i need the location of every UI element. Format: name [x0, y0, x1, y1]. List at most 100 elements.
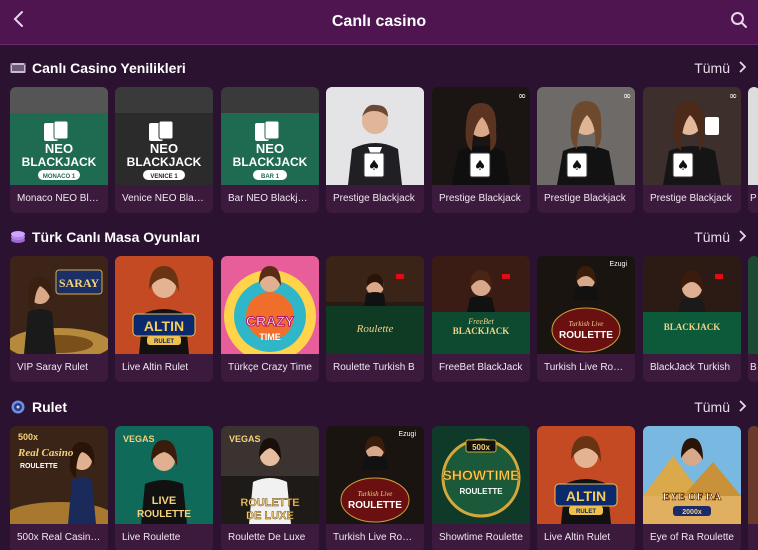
turkish-live-text: Turkish Live	[358, 490, 393, 498]
game-card[interactable]	[748, 426, 758, 550]
game-thumbnail: VEGAS LIVE ROULETTE	[115, 426, 213, 524]
roulette-text: ROULETTE	[240, 497, 299, 509]
svg-text:∞: ∞	[729, 91, 737, 102]
see-all-link[interactable]: Tümü	[694, 399, 747, 415]
game-thumbnail: 500x Real Casino ROULETTE	[10, 426, 108, 524]
game-card[interactable]: ALTIN RULET Live Altin Rulet	[537, 426, 635, 550]
game-card[interactable]: VEGAS ROULETTE DE LUXE Roulette De Luxe	[221, 426, 319, 550]
provider-label: Ezugi	[609, 261, 627, 268]
see-all-link[interactable]: Tümü	[694, 229, 747, 245]
game-card[interactable]: EYE OF RA 2000x Eye of Ra Roulette	[643, 426, 741, 550]
game-card[interactable]: ♠ ∞ Prestige Blackjack	[432, 87, 530, 213]
neo-label: NEO	[45, 141, 73, 156]
section-header: Canlı Casino Yenilikleri Tümü	[10, 57, 747, 79]
game-thumbnail	[748, 256, 758, 354]
see-all-link[interactable]: Tümü	[694, 60, 747, 76]
table-tag: BAR 1	[261, 174, 280, 180]
roulette-script-text: Roulette	[356, 323, 394, 335]
game-thumbnail: Turkish Live ROULETTE Ezugi	[326, 426, 424, 524]
section-header: Rulet Tümü	[10, 396, 747, 418]
table-tag: MONACO 1	[43, 174, 76, 180]
game-thumbnail: ♠ ∞	[537, 87, 635, 185]
game-card[interactable]: ♠ ∞ Prestige Blackjack	[537, 87, 635, 213]
game-thumbnail: Turkish Live ROULETTE Ezugi	[537, 256, 635, 354]
time-logo-text: TIME	[259, 332, 281, 342]
altin-logo-text: ALTIN	[144, 318, 184, 334]
game-title: Prestige Blackjack	[432, 185, 530, 213]
game-thumbnail: SARAY	[10, 256, 108, 354]
chevron-left-icon	[12, 8, 26, 34]
game-thumbnail: NEO BLACKJACK VENICE 1	[115, 87, 213, 185]
svg-text:∞: ∞	[623, 91, 631, 102]
game-thumbnail: NEO BLACKJACK MONACO 1	[10, 87, 108, 185]
game-card[interactable]: ♠ Prestige Blackjack	[326, 87, 424, 213]
vegas-text: VEGAS	[123, 434, 155, 444]
game-title: Roulette Turkish B	[326, 354, 424, 382]
game-title: Live Altin Rulet	[537, 524, 635, 550]
game-card[interactable]: ♠ ∞ Prestige Blackjack	[643, 87, 741, 213]
game-card[interactable]: NEO BLACKJACK MONACO 1 Monaco NEO Blackj…	[10, 87, 108, 213]
multiplier-text: 500x	[472, 443, 490, 452]
vegas-text: VEGAS	[229, 434, 261, 444]
game-title: Venice NEO Blackjack	[115, 185, 213, 213]
game-thumbnail: ♠ ∞	[643, 87, 741, 185]
chevron-right-icon	[738, 399, 747, 415]
see-all-label: Tümü	[694, 60, 730, 76]
game-title: Live Altin Rulet	[115, 354, 213, 382]
game-thumbnail: FreeBet BLACKJACK	[432, 256, 530, 354]
roulette-text: ROULETTE	[459, 487, 503, 496]
provider-label: Ezugi	[398, 431, 416, 438]
game-thumbnail: ♠	[326, 87, 424, 185]
see-all-label: Tümü	[694, 399, 730, 415]
blackjack-label: BLACKJACK	[22, 155, 97, 169]
game-card[interactable]: NEO BLACKJACK VENICE 1 Venice NEO Blackj…	[115, 87, 213, 213]
game-card[interactable]: Turkish Live ROULETTE Ezugi Turkish Live…	[326, 426, 424, 550]
game-thumbnail: ♠ ∞	[432, 87, 530, 185]
game-title: Turkish Live Roulette	[537, 354, 635, 382]
game-card[interactable]: BLACKJACK BlackJack Turkish	[643, 256, 741, 382]
game-card[interactable]: NEO BLACKJACK BAR 1 Bar NEO Blackjack	[221, 87, 319, 213]
game-card[interactable]: FreeBet BLACKJACK FreeBet BlackJack	[432, 256, 530, 382]
search-button[interactable]	[726, 9, 752, 35]
game-thumbnail: Roulette	[326, 256, 424, 354]
game-title: FreeBet BlackJack	[432, 354, 530, 382]
search-icon	[730, 11, 748, 34]
section-title: Türk Canlı Masa Oyunları	[32, 229, 201, 245]
game-card[interactable]: ALTIN RULET Live Altin Rulet	[115, 256, 213, 382]
section-header: Türk Canlı Masa Oyunları Tümü	[10, 226, 747, 248]
game-title: Eye of Ra Roulette	[643, 524, 741, 550]
game-title: Prestige Blackjack	[537, 185, 635, 213]
real-casino-text: Real Casino	[17, 447, 74, 459]
neo-label: NEO	[256, 141, 284, 156]
roulette-text: ROULETTE	[348, 500, 402, 511]
game-card[interactable]: 500x SHOWTIME ROULETTE Showtime Roulette	[432, 426, 530, 550]
game-card[interactable]: CRAZY TIME Türkçe Crazy Time	[221, 256, 319, 382]
blackjack-label: BLACKJACK	[127, 155, 202, 169]
roulette-wheel-icon	[10, 400, 26, 414]
game-card[interactable]: P	[748, 87, 758, 213]
game-title: Showtime Roulette	[432, 524, 530, 550]
svg-text:∞: ∞	[518, 91, 526, 102]
altin-logo-text: ALTIN	[566, 488, 606, 504]
svg-text:♠: ♠	[677, 158, 690, 174]
see-all-label: Tümü	[694, 229, 730, 245]
blackjack-text: BLACKJACK	[664, 322, 721, 332]
game-card[interactable]: VEGAS LIVE ROULETTE Live Roulette	[115, 426, 213, 550]
game-card[interactable]: SARAY VIP Saray Rulet	[10, 256, 108, 382]
game-card[interactable]: Roulette Roulette Turkish B	[326, 256, 424, 382]
multiplier-text: 500x	[18, 432, 38, 442]
game-row: 500x Real Casino ROULETTE 500x Real Casi…	[10, 426, 758, 550]
film-icon	[10, 61, 26, 75]
game-card[interactable]: B	[748, 256, 758, 382]
eye-of-ra-text: EYE OF RA	[663, 491, 722, 503]
game-title: 500x Real Casino Roulette	[10, 524, 108, 550]
multiplier-badge: 2000x	[682, 509, 702, 516]
game-card[interactable]: 500x Real Casino ROULETTE 500x Real Casi…	[10, 426, 108, 550]
game-thumbnail	[748, 87, 758, 185]
rulet-tag: RULET	[154, 339, 174, 345]
back-button[interactable]	[6, 8, 32, 34]
neo-label: NEO	[150, 141, 178, 156]
game-title: Monaco NEO Blackjack	[10, 185, 108, 213]
roulette-text: ROULETTE	[137, 509, 191, 520]
game-card[interactable]: Turkish Live ROULETTE Ezugi Turkish Live…	[537, 256, 635, 382]
